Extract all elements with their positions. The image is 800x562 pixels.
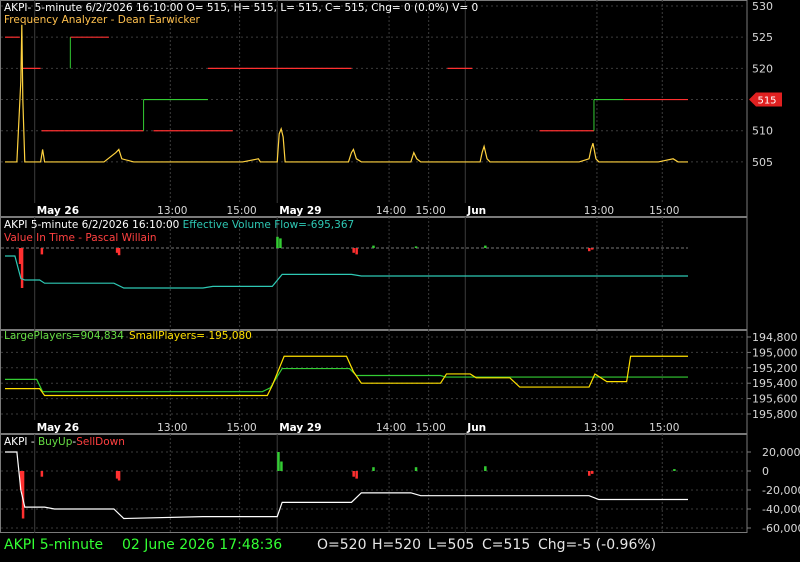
buysell-bar: [414, 467, 418, 471]
players-tick-label: 195,600: [752, 393, 798, 406]
price-x-tick-label: 15:00: [226, 205, 256, 217]
price-tick-label: 520: [752, 62, 773, 75]
players-x-tick-label: Jun: [466, 422, 486, 434]
flow-bar: [590, 248, 594, 250]
price-x-tick-label: May 26: [37, 205, 79, 217]
flow-bar: [484, 245, 487, 248]
status-change: Chg=-5 (-0.96%): [538, 537, 657, 553]
players-tick-label: 195,400: [752, 377, 798, 390]
buysell-tick-label: -60,000: [762, 522, 800, 533]
players-x-tick-label: 15:00: [649, 422, 679, 434]
players-x-tick-label: 13:00: [584, 422, 614, 434]
buysell-bar: [590, 471, 594, 474]
small-players-label: SmallPlayers= 195,080: [129, 330, 252, 342]
players-x-tick-label: 15:00: [416, 422, 446, 434]
buysell-bar: [372, 467, 375, 471]
price-tick-label: 530: [752, 0, 773, 13]
buysell-header-prefix: AKPI -: [4, 436, 38, 448]
buysell-bar: [673, 469, 676, 471]
effective-volume-flow-line: [5, 255, 688, 289]
flow-panel-header: AKPI 5-minute 6/2/2026 16:10:00 Effectiv…: [4, 219, 354, 231]
status-high: H=520: [372, 537, 421, 553]
price-x-tick-label: 14:00: [376, 205, 406, 217]
large-players-label: LargePlayers=904,834: [4, 330, 124, 342]
buysell-bar: [588, 471, 591, 476]
status-open: O=520: [317, 537, 367, 553]
price-x-tick-label: 13:00: [584, 205, 614, 217]
players-x-tick-label: May 29: [279, 422, 321, 434]
price-panel-frame: [0, 0, 748, 217]
flow-bar: [279, 238, 282, 248]
buysell-bar: [484, 466, 487, 471]
players-tick-label: 194,800: [752, 331, 798, 344]
small-players-line: [5, 355, 688, 397]
flow-panel-subtitle: Value In Time - Pascal Willain: [4, 232, 157, 244]
players-panel-frame: [0, 330, 748, 434]
status-bar: AKPI 5-minute 02 June 2026 17:48:36 O=52…: [0, 533, 800, 562]
price-tick-label: 505: [752, 156, 773, 169]
flow-bar: [117, 248, 121, 256]
buysell-bar: [277, 452, 280, 471]
flow-bar: [588, 248, 591, 252]
buysell-tick-label: -40,000: [762, 503, 800, 516]
flow-bar: [276, 236, 279, 248]
buysell-bar: [40, 471, 44, 477]
buysell-bar: [117, 471, 121, 481]
flow-header-prefix: AKPI 5-minute 6/2/2026 16:10:00: [4, 219, 183, 231]
buyup-label: BuyUp: [38, 436, 73, 448]
players-x-tick-label: 15:00: [226, 422, 256, 434]
status-low: L=505: [428, 537, 475, 553]
buysell-tick-label: 20,000: [762, 446, 800, 459]
price-panel-subtitle: Frequency Analyzer - Dean Earwicker: [4, 14, 201, 26]
buysell-tick-label: 0: [762, 465, 769, 478]
last-price-tag-label: 515: [757, 96, 776, 107]
players-x-tick-label: May 26: [37, 422, 79, 434]
players-tick-label: 195,000: [752, 346, 798, 359]
buysell-panel-frame: [0, 434, 748, 533]
flow-bar: [40, 248, 44, 255]
price-panel-header: AKPI- 5-minute 6/2/2026 16:10:00 O= 515,…: [4, 2, 478, 14]
flow-bar: [355, 248, 358, 255]
status-datetime: 02 June 2026 17:48:36: [122, 537, 283, 553]
status-close: C=515: [482, 537, 531, 553]
price-line: [5, 24, 688, 163]
selldown-label: SellDown: [76, 436, 125, 448]
players-x-tick-label: 13:00: [157, 422, 187, 434]
players-tick-label: 195,200: [752, 362, 798, 375]
price-x-tick-label: Jun: [466, 205, 486, 217]
players-tick-label: 195,800: [752, 408, 798, 421]
price-tick-label: 525: [752, 31, 773, 44]
price-x-tick-label: 13:00: [157, 205, 187, 217]
price-x-tick-label: May 29: [279, 205, 321, 217]
large-players-line: [5, 367, 688, 393]
price-tick-label: 510: [752, 125, 773, 138]
buysell-bar: [352, 471, 355, 477]
buysell-panel-header: AKPI - BuyUp-SellDown: [4, 436, 125, 448]
flow-bar: [20, 248, 24, 288]
chart-canvas: 530525520515510505515May 2613:0015:00May…: [0, 0, 800, 533]
price-x-tick-label: 15:00: [649, 205, 679, 217]
players-x-tick-label: 14:00: [376, 422, 406, 434]
buysell-bar: [355, 471, 358, 479]
buysell-bar: [280, 461, 283, 471]
buysell-tick-label: -20,000: [762, 484, 800, 497]
flow-bar: [352, 248, 355, 253]
flow-bar: [414, 246, 418, 248]
status-symbol: AKPI 5-minute: [4, 537, 104, 553]
price-x-tick-label: 15:00: [416, 205, 446, 217]
flow-bar: [372, 245, 375, 248]
flow-header-indicator: Effective Volume Flow=-695,367: [183, 219, 355, 231]
